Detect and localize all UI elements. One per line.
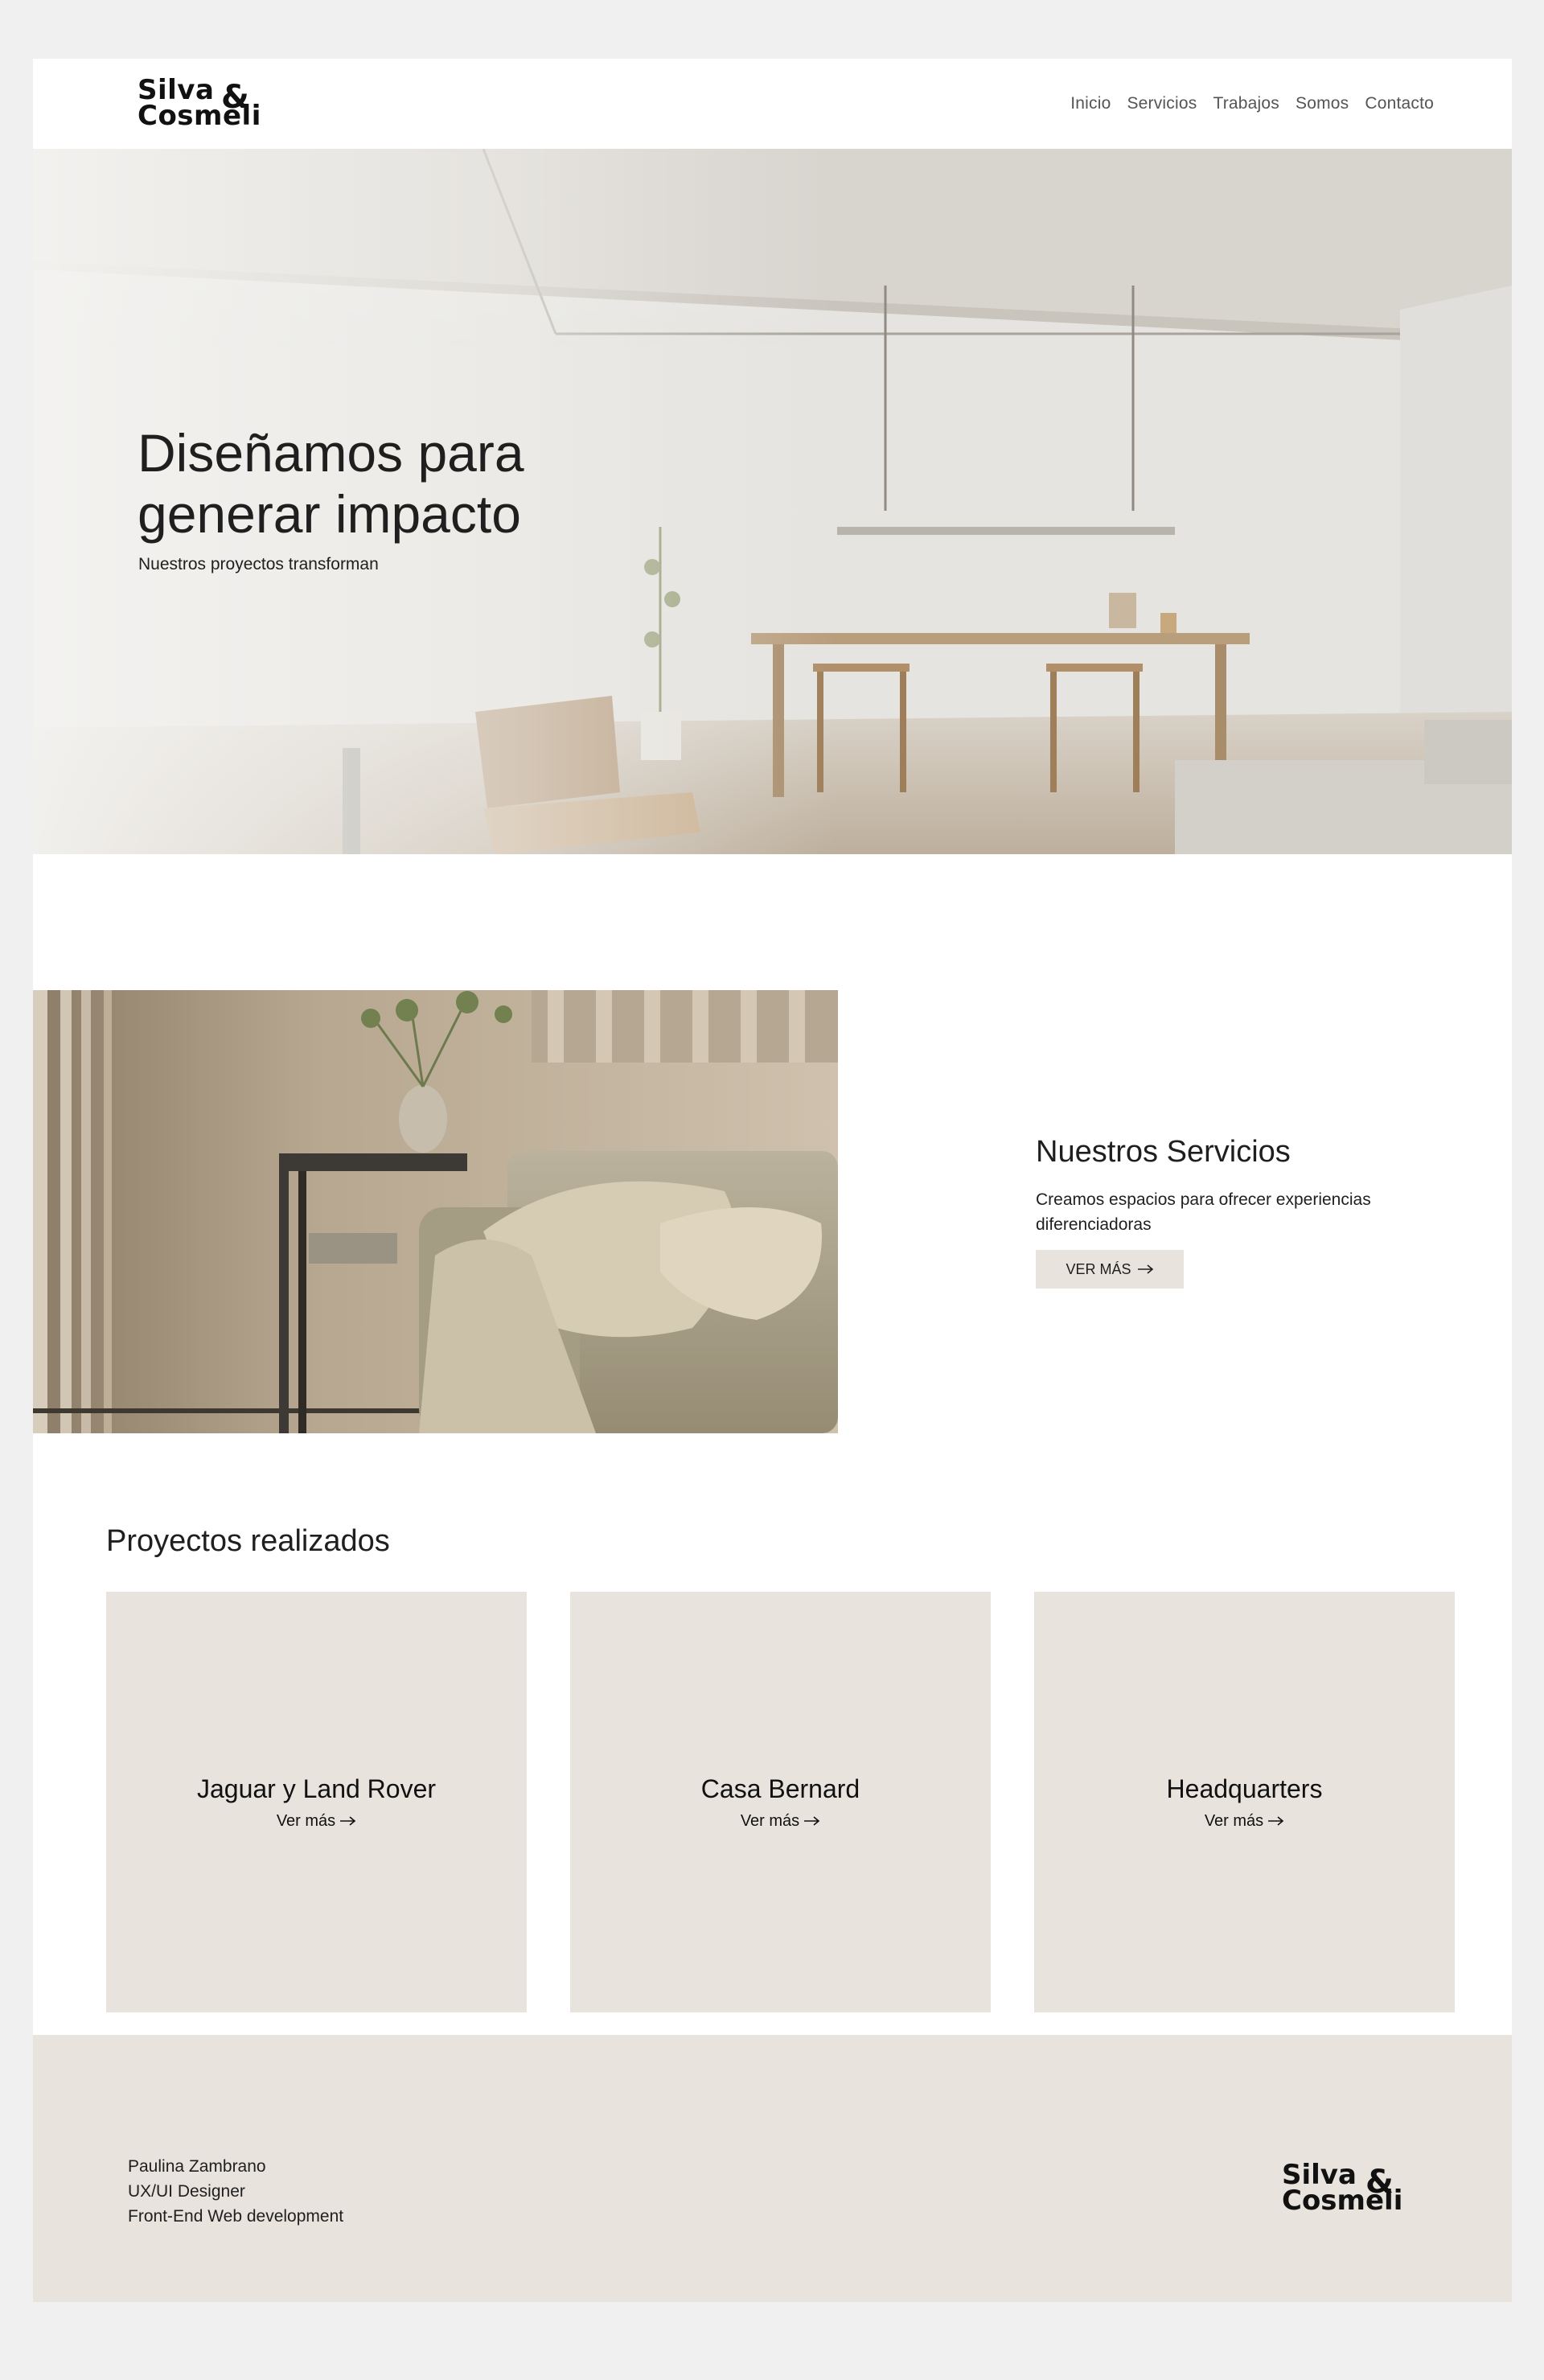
- brand-logo[interactable]: Silva & Cosmeli: [138, 76, 278, 134]
- footer-author: Paulina Zambrano: [128, 2157, 266, 2176]
- arrow-right-icon: [1137, 1261, 1154, 1278]
- services-image: [33, 990, 838, 1433]
- nav-contacto[interactable]: Contacto: [1365, 94, 1434, 113]
- nav-inicio[interactable]: Inicio: [1070, 94, 1111, 113]
- footer-role: UX/UI Designer: [128, 2182, 245, 2201]
- project-card-title: Casa Bernard: [700, 1774, 860, 1803]
- projects-title: Proyectos realizados: [106, 1524, 390, 1558]
- project-card-title: Jaguar y Land Rover: [196, 1774, 437, 1803]
- page: Silva & Cosmeli Inicio Servicios Trabajo…: [33, 59, 1512, 2302]
- nav-somos[interactable]: Somos: [1296, 94, 1349, 113]
- main-nav: Inicio Servicios Trabajos Somos Contacto: [1070, 59, 1434, 149]
- project-card-headquarters[interactable]: Headquarters Ver más: [1034, 1592, 1455, 2012]
- hero-title: Diseñamos para generar impacto: [138, 423, 524, 544]
- logo-line2: Cosmeli: [1282, 2185, 1403, 2217]
- hero-subtitle: Nuestros proyectos transforman: [138, 555, 379, 573]
- project-link-label: Ver más: [740, 1811, 800, 1830]
- project-link-label: Ver más: [276, 1811, 336, 1830]
- project-link-label: Ver más: [1204, 1811, 1264, 1830]
- hero-section: Diseñamos para generar impacto Nuestros …: [33, 149, 1512, 854]
- footer-role-2: Front-End Web development: [128, 2207, 344, 2226]
- arrow-right-icon: [340, 1816, 356, 1826]
- footer-credits: Paulina Zambrano UX/UI Designer Front-En…: [128, 2154, 343, 2229]
- project-card-title: Headquarters: [1166, 1774, 1323, 1803]
- ver-mas-label: VER MÁS: [1066, 1260, 1131, 1277]
- project-card-link[interactable]: Ver más: [277, 1812, 356, 1831]
- project-card-link[interactable]: Ver más: [741, 1812, 820, 1831]
- nav-servicios[interactable]: Servicios: [1127, 94, 1197, 113]
- arrow-right-icon: [804, 1816, 820, 1826]
- project-card-casa-bernard[interactable]: Casa Bernard Ver más: [570, 1592, 991, 2012]
- services-content: Nuestros Servicios Creamos espacios para…: [1036, 1135, 1454, 1289]
- project-card-jaguar[interactable]: Jaguar y Land Rover Ver más: [106, 1592, 527, 2012]
- arrow-right-icon: [1268, 1816, 1284, 1826]
- site-footer: Paulina Zambrano UX/UI Designer Front-En…: [33, 2035, 1512, 2302]
- living-room-image: [33, 990, 838, 1433]
- services-title: Nuestros Servicios: [1036, 1135, 1291, 1169]
- services-description: Creamos espacios para ofrecer experienci…: [1036, 1190, 1371, 1234]
- logo-line2: Cosmeli: [138, 100, 261, 132]
- project-card-link[interactable]: Ver más: [1205, 1812, 1284, 1831]
- ver-mas-button[interactable]: VER MÁS: [1036, 1250, 1184, 1289]
- site-header: Silva & Cosmeli Inicio Servicios Trabajo…: [33, 59, 1512, 149]
- footer-logo[interactable]: Silva & Cosmeli: [1282, 2161, 1423, 2219]
- nav-trabajos[interactable]: Trabajos: [1213, 94, 1279, 113]
